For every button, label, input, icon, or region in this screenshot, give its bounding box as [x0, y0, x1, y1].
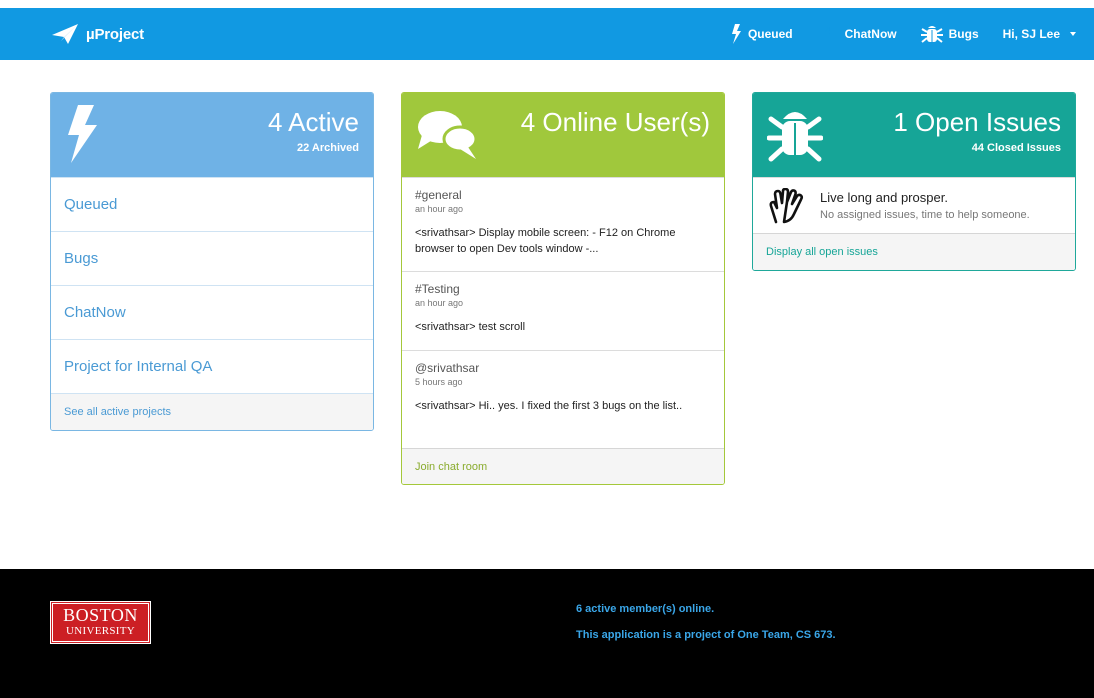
open-issues-count: 1 Open Issues — [893, 107, 1061, 137]
chat-bubbles-icon — [418, 111, 478, 159]
no-issues-message: Live long and prosper. No assigned issue… — [753, 177, 1075, 233]
chat-message[interactable]: #Testing an hour ago <srivathsar> test s… — [402, 271, 724, 350]
vulcan-salute-icon — [769, 188, 804, 224]
chat-panel-header: 4 Online User(s) — [402, 93, 724, 177]
chat-panel: 4 Online User(s) #general an hour ago <s… — [401, 92, 725, 485]
issues-panel: 1 Open Issues 44 Closed Issues Live long… — [752, 92, 1076, 271]
join-chat-room-link[interactable]: Join chat room — [402, 448, 724, 484]
message-time: an hour ago — [415, 204, 464, 214]
user-greeting: Hi, SJ Lee — [1002, 27, 1060, 41]
page-footer: BOSTON UNIVERSITY 6 active member(s) onl… — [0, 569, 1094, 698]
paper-plane-icon — [52, 24, 78, 44]
see-all-projects-link[interactable]: See all active projects — [51, 393, 373, 430]
issues-empty-title: Live long and prosper. — [820, 190, 948, 205]
nav-queued-label: Queued — [747, 27, 793, 41]
chat-message[interactable]: @srivathsar 5 hours ago <srivathsar> Hi.… — [402, 350, 724, 448]
issues-empty-subtitle: No assigned issues, time to help someone… — [820, 209, 1030, 221]
message-channel: #general — [415, 188, 462, 202]
display-open-issues-link[interactable]: Display all open issues — [753, 233, 1075, 270]
top-navbar: µProject Queued 4 ChatNow Bugs Hi, SJ Le… — [0, 8, 1094, 60]
nav-chatnow-label: ChatNow — [844, 27, 897, 41]
online-members-text: 6 active member(s) online. — [576, 603, 715, 615]
bolt-icon — [731, 24, 741, 44]
logo-line-1: BOSTON — [63, 605, 138, 625]
bug-icon — [920, 26, 943, 43]
brand-name: µProject — [86, 25, 144, 43]
closed-issues-count: 44 Closed Issues — [971, 142, 1061, 154]
issues-panel-header: 1 Open Issues 44 Closed Issues — [753, 93, 1075, 177]
projects-panel: 4 Active 22 Archived Queued Bugs ChatNow… — [50, 92, 374, 431]
nav-bugs[interactable]: Bugs — [920, 24, 979, 44]
project-item-internal-qa[interactable]: Project for Internal QA — [51, 339, 373, 393]
online-users-count: 4 Online User(s) — [520, 107, 710, 137]
archived-projects-count: 22 Archived — [297, 142, 359, 154]
nav-menu: Queued 4 ChatNow Bugs Hi, SJ Lee — [706, 8, 1076, 60]
message-text: <srivathsar> Hi.. yes. I fixed the first… — [415, 400, 683, 412]
active-projects-count: 4 Active — [267, 107, 359, 137]
project-credit-text: This application is a project of One Tea… — [576, 629, 836, 641]
message-time: 5 hours ago — [415, 377, 463, 387]
boston-university-logo[interactable]: BOSTON UNIVERSITY — [50, 601, 151, 644]
bug-icon — [767, 112, 823, 162]
message-channel: #Testing — [415, 282, 460, 296]
chat-message[interactable]: #general an hour ago <srivathsar> Displa… — [402, 177, 724, 271]
bolt-icon — [68, 105, 97, 163]
message-time: an hour ago — [415, 298, 464, 308]
message-text: <srivathsar> test scroll — [415, 321, 526, 333]
project-item-chatnow[interactable]: ChatNow — [51, 285, 373, 339]
project-item-bugs[interactable]: Bugs — [51, 231, 373, 285]
logo-line-2: UNIVERSITY — [66, 625, 135, 637]
nav-chatnow[interactable]: 4 ChatNow — [817, 25, 897, 43]
brand-link[interactable]: µProject — [50, 22, 144, 46]
nav-bugs-label: Bugs — [948, 27, 979, 41]
projects-panel-header: 4 Active 22 Archived — [51, 93, 373, 177]
user-menu[interactable]: Hi, SJ Lee — [1003, 27, 1076, 41]
caret-down-icon — [1070, 32, 1076, 36]
chat-bubble-icon: 4 — [817, 25, 839, 43]
chat-count-badge: 4 — [824, 26, 831, 37]
project-item-queued[interactable]: Queued — [51, 177, 373, 231]
message-text: <srivathsar> Display mobile screen: - F1… — [415, 227, 676, 255]
message-channel: @srivathsar — [415, 361, 480, 375]
nav-queued[interactable]: Queued — [730, 24, 793, 44]
